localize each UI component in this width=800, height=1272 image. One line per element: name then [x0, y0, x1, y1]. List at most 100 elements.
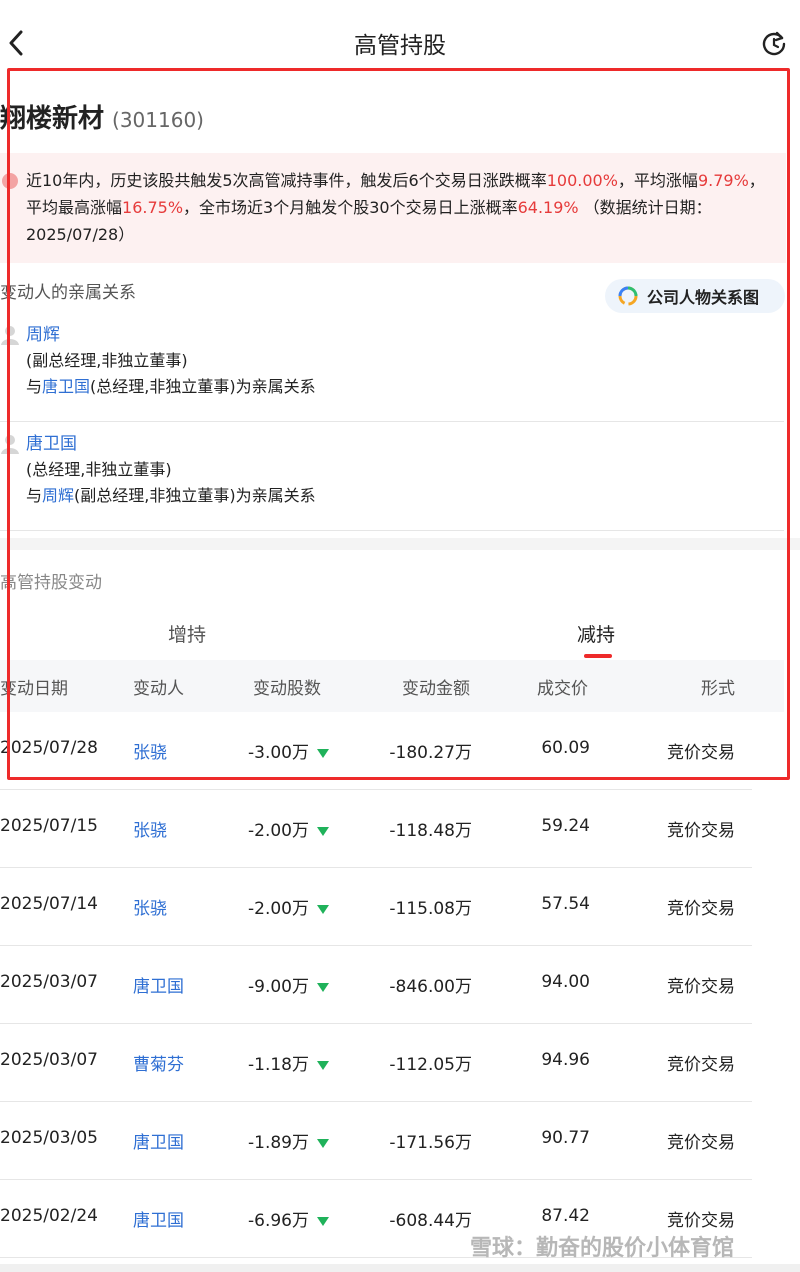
column-header-date: 变动日期 — [0, 679, 68, 699]
alert-rise-probability: 100.00% — [546, 171, 618, 190]
relation-suffix: (副总经理,非独立董事)为亲属关系 — [74, 486, 316, 505]
row-amount: -118.48万 — [389, 821, 472, 841]
row-person[interactable]: 唐卫国 — [133, 1128, 184, 1153]
table-row[interactable]: 2025/03/07 曹菊芬 -1.18万 -112.05万 94.96 竞价交… — [0, 1024, 752, 1102]
relation-person-name[interactable]: 周辉 — [26, 320, 60, 345]
row-shares-value: -1.89万 — [248, 1133, 309, 1153]
row-amount: -112.05万 — [389, 1055, 472, 1075]
row-date: 2025/07/14 — [0, 894, 98, 914]
row-amount: -171.56万 — [389, 1133, 472, 1153]
table-row[interactable]: 2025/03/05 唐卫国 -1.89万 -171.56万 90.77 竞价交… — [0, 1102, 752, 1180]
down-triangle-icon — [317, 1216, 329, 1226]
alert-avg-rise: 9.79% — [697, 171, 749, 190]
tab-increase[interactable]: 增持 — [168, 620, 206, 647]
row-person[interactable]: 唐卫国 — [133, 1206, 184, 1231]
row-type: 竞价交易 — [667, 821, 735, 841]
row-shares: -9.00万 — [248, 972, 329, 997]
relation-item: 唐卫国 (总经理,非独立董事) 与周辉(副总经理,非独立董事)为亲属关系 — [0, 423, 784, 531]
bottom-band — [0, 1264, 800, 1272]
down-triangle-icon — [317, 904, 329, 914]
person-icon — [1, 435, 19, 454]
row-date: 2025/07/15 — [0, 816, 98, 836]
alert-text-part: 近10年内，历史该股共触发5次高管减持事件，触发后6个交易日涨跌概率 — [26, 171, 547, 190]
down-triangle-icon — [317, 1060, 329, 1070]
down-triangle-icon — [317, 1138, 329, 1148]
row-type: 竞价交易 — [667, 977, 735, 997]
row-shares-value: -9.00万 — [248, 977, 309, 997]
row-price: 87.42 — [541, 1206, 590, 1226]
row-price: 90.77 — [541, 1128, 590, 1148]
down-triangle-icon — [317, 748, 329, 758]
row-shares: -3.00万 — [248, 738, 329, 763]
row-price: 60.09 — [541, 738, 590, 758]
column-header-shares: 变动股数 — [253, 679, 321, 699]
alert-avg-max-rise: 16.75% — [122, 198, 184, 217]
alert-market-probability: 64.19% — [517, 198, 579, 217]
row-date: 2025/03/07 — [0, 1050, 98, 1070]
tab-decrease[interactable]: 减持 — [577, 620, 615, 647]
row-amount: -180.27万 — [389, 743, 472, 763]
row-shares-value: -6.96万 — [248, 1211, 309, 1231]
row-date: 2025/02/24 — [0, 1206, 98, 1226]
alert-summary: 近10年内，历史该股共触发5次高管减持事件，触发后6个交易日涨跌概率100.00… — [0, 153, 786, 263]
relation-person-role: (总经理,非独立董事) — [26, 460, 172, 479]
row-type: 竞价交易 — [667, 1211, 735, 1231]
row-shares: -1.18万 — [248, 1050, 329, 1075]
ring-icon — [618, 286, 638, 306]
table-row[interactable]: 2025/07/15 张骁 -2.00万 -118.48万 59.24 竞价交易 — [0, 790, 752, 868]
alert-text: 近10年内，历史该股共触发5次高管减持事件，触发后6个交易日涨跌概率100.00… — [26, 167, 778, 248]
table-header: 变动日期 变动人 变动股数 变动金额 成交价 形式 — [0, 660, 784, 712]
relation-person-name[interactable]: 唐卫国 — [26, 429, 77, 454]
table-row[interactable]: 2025/07/28 张骁 -3.00万 -180.27万 60.09 竞价交易 — [0, 712, 752, 790]
row-person[interactable]: 唐卫国 — [133, 972, 184, 997]
changes-title: 高管持股变动 — [0, 573, 102, 593]
row-type: 竞价交易 — [667, 1055, 735, 1075]
relations-title: 变动人的亲属关系 — [0, 283, 136, 303]
row-price: 59.24 — [541, 816, 590, 836]
row-type: 竞价交易 — [667, 899, 735, 919]
row-date: 2025/03/07 — [0, 972, 98, 992]
relation-prefix: 与 — [26, 486, 43, 505]
row-person[interactable]: 张骁 — [133, 738, 167, 763]
company-graph-button[interactable]: 公司人物关系图 — [605, 279, 785, 313]
row-shares: -6.96万 — [248, 1206, 329, 1231]
stock-header: 翔楼新材 (301160) — [0, 98, 204, 138]
row-type: 竞价交易 — [667, 743, 735, 763]
relation-description: 与唐卫国(总经理,非独立董事)为亲属关系 — [26, 373, 316, 397]
row-price: 94.96 — [541, 1050, 590, 1070]
company-graph-label: 公司人物关系图 — [647, 288, 760, 307]
stock-name: 翔楼新材 — [0, 104, 105, 134]
column-header-price: 成交价 — [537, 679, 588, 699]
top-nav-bar: 高管持股 — [0, 0, 800, 84]
active-tab-indicator — [584, 654, 612, 658]
row-price: 57.54 — [541, 894, 590, 914]
row-person[interactable]: 张骁 — [133, 894, 167, 919]
relation-item: 周辉 (副总经理,非独立董事) 与唐卫国(总经理,非独立董事)为亲属关系 — [0, 314, 784, 422]
row-shares-value: -1.18万 — [248, 1055, 309, 1075]
table-row[interactable]: 2025/07/14 张骁 -2.00万 -115.08万 57.54 竞价交易 — [0, 868, 752, 946]
person-icon — [1, 326, 19, 345]
section-divider — [0, 538, 800, 550]
row-shares: -2.00万 — [248, 816, 329, 841]
row-person[interactable]: 曹菊芬 — [133, 1050, 184, 1075]
alert-text-part: ，全市场近3个月触发个股30个交易日上涨概率 — [183, 198, 518, 217]
relation-link[interactable]: 周辉 — [42, 486, 74, 505]
relation-prefix: 与 — [26, 377, 43, 396]
down-triangle-icon — [317, 982, 329, 992]
row-shares-value: -3.00万 — [248, 743, 309, 763]
refresh-button[interactable] — [760, 30, 788, 58]
column-header-person: 变动人 — [133, 679, 184, 699]
row-shares-value: -2.00万 — [248, 899, 309, 919]
stock-code: (301160) — [112, 108, 204, 132]
alert-icon — [2, 173, 18, 189]
row-type: 竞价交易 — [667, 1133, 735, 1153]
table-row[interactable]: 2025/03/07 唐卫国 -9.00万 -846.00万 94.00 竞价交… — [0, 946, 752, 1024]
relation-link[interactable]: 唐卫国 — [42, 377, 90, 396]
row-shares: -1.89万 — [248, 1128, 329, 1153]
change-tabs: 增持 减持 — [0, 608, 800, 660]
row-amount: -608.44万 — [389, 1211, 472, 1231]
row-amount: -115.08万 — [389, 899, 472, 919]
row-date: 2025/03/05 — [0, 1128, 98, 1148]
down-triangle-icon — [317, 826, 329, 836]
row-person[interactable]: 张骁 — [133, 816, 167, 841]
